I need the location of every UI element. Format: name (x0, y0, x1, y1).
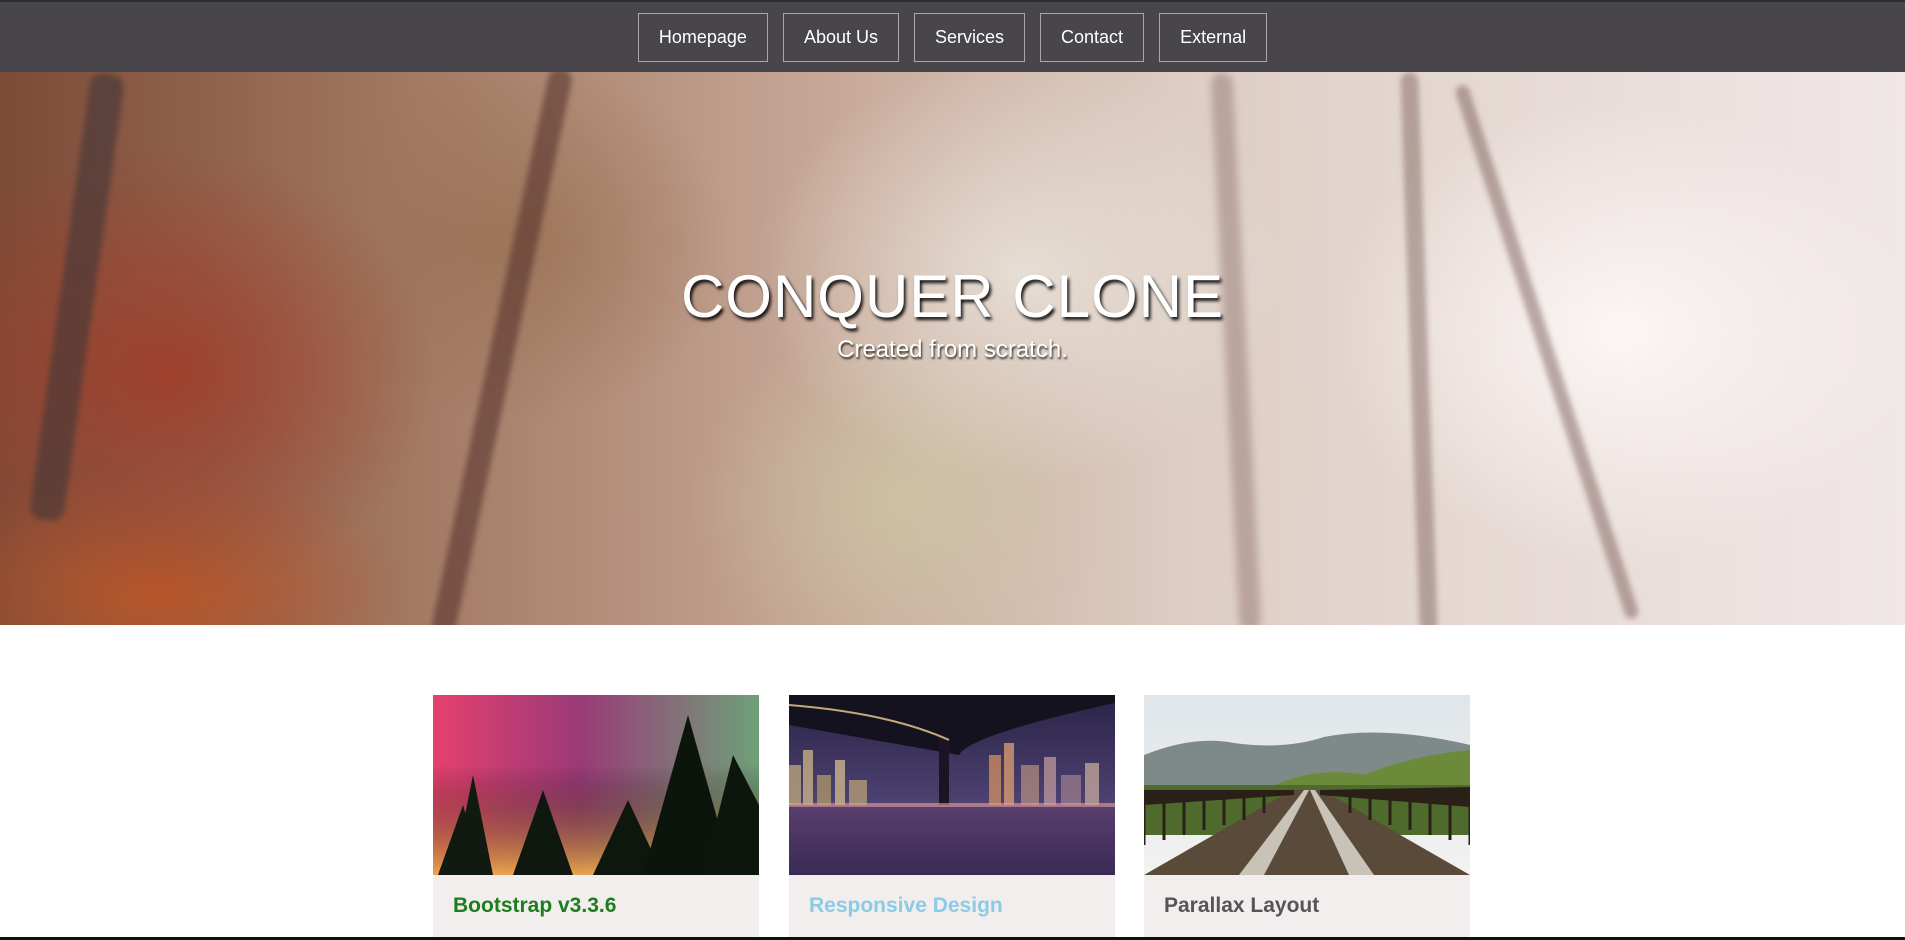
hero-banner: CONQUER CLONE Created from scratch. (0, 72, 1905, 625)
nav-contact-button[interactable]: Contact (1040, 13, 1145, 62)
hero-title: CONQUER CLONE (680, 263, 1225, 330)
railway-bridge-image (1144, 695, 1470, 875)
feature-card-responsive[interactable]: Responsive Design (789, 695, 1115, 940)
nav-external-button[interactable]: External (1159, 13, 1268, 62)
feature-card-bootstrap[interactable]: Bootstrap v3.3.6 (433, 695, 759, 940)
card-title[interactable]: Bootstrap v3.3.6 (453, 894, 616, 918)
main-nav: Homepage About Us Services Contact Exter… (637, 13, 1268, 62)
nav-homepage-button[interactable]: Homepage (637, 13, 768, 62)
city-bridge-image (789, 695, 1115, 875)
nav-services-button[interactable]: Services (913, 13, 1026, 62)
card-title[interactable]: Parallax Layout (1164, 894, 1319, 918)
hero-subtitle: Created from scratch. (837, 336, 1068, 363)
nav-about-us-button[interactable]: About Us (782, 13, 899, 62)
top-navigation-bar: Homepage About Us Services Contact Exter… (0, 0, 1905, 72)
feature-card-parallax[interactable]: Parallax Layout (1144, 695, 1470, 940)
card-title[interactable]: Responsive Design (809, 894, 1003, 918)
aurora-forest-image (433, 695, 759, 875)
